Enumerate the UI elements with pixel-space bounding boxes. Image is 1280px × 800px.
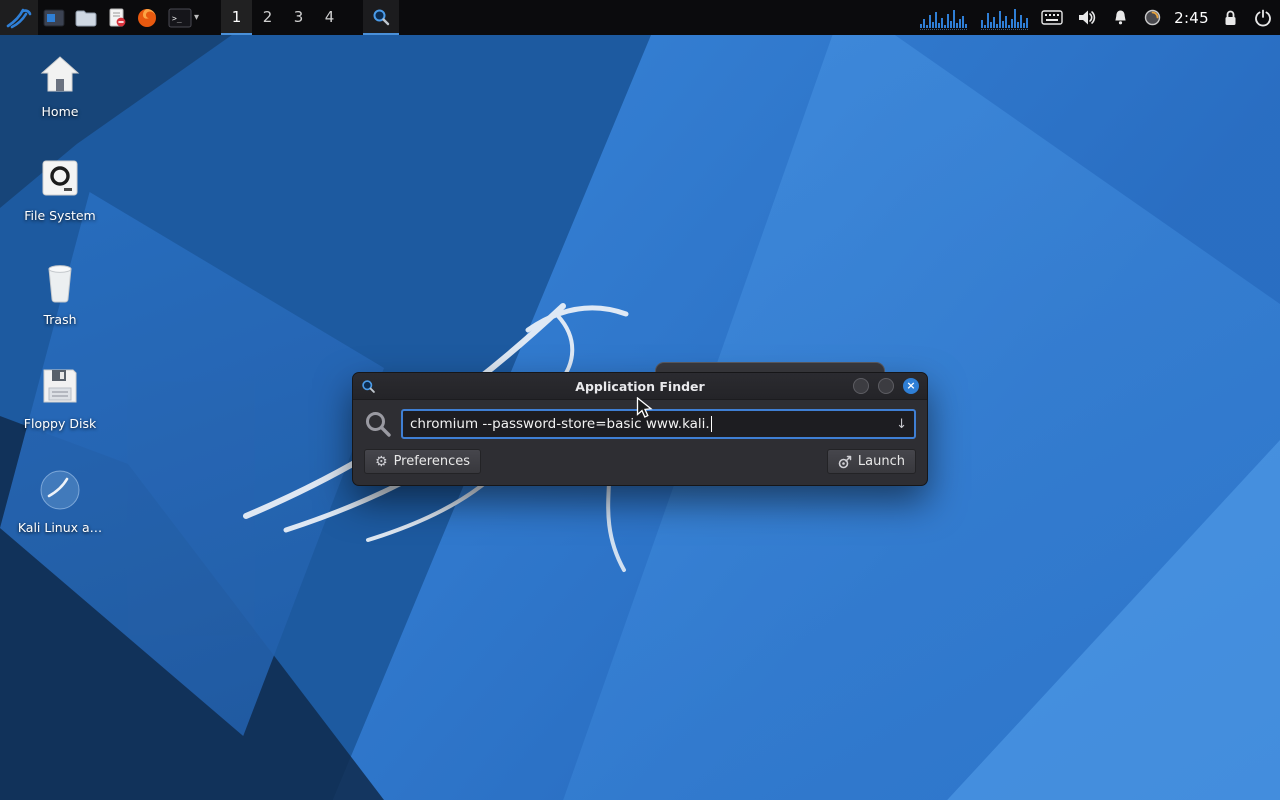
maximize-button[interactable] — [878, 378, 894, 394]
titlebar[interactable]: Application Finder × — [353, 373, 927, 400]
window-buttons-icon[interactable] — [38, 0, 70, 35]
panel-tray: 2:45 — [920, 0, 1274, 35]
terminal-icon[interactable]: >_ ▾ — [162, 0, 205, 35]
lock-icon[interactable] — [1220, 0, 1241, 35]
window-icon — [361, 379, 376, 394]
window-title: Application Finder — [353, 379, 927, 394]
workspace-button-4[interactable]: 4 — [314, 0, 345, 35]
workspace-button-3[interactable]: 3 — [283, 0, 314, 35]
desktop-icon-label: Kali Linux a… — [18, 520, 102, 535]
search-input-value: chromium --password-store=basic www.kali… — [410, 416, 710, 432]
workspace-button-2[interactable]: 2 — [252, 0, 283, 35]
desktop-icon-home[interactable]: Home — [18, 50, 102, 119]
taskbar-application-finder-button[interactable] — [363, 0, 399, 35]
keyboard-icon[interactable] — [1039, 0, 1065, 35]
status-circle-icon[interactable] — [1142, 0, 1163, 35]
kali-menu-icon[interactable] — [0, 0, 38, 35]
gear-icon: ⚙ — [375, 455, 388, 469]
window-controls: × — [853, 378, 919, 394]
desktop-icon-label: Floppy Disk — [24, 416, 96, 431]
net-graph-icon[interactable] — [981, 8, 1028, 30]
workspace-switcher: 1 2 3 4 — [221, 0, 345, 35]
kali-circle-icon — [39, 466, 81, 514]
desktop-icon-label: Home — [42, 104, 79, 119]
firefox-icon[interactable] — [132, 0, 162, 35]
preferences-button[interactable]: ⚙ Preferences — [364, 449, 481, 474]
text-editor-icon[interactable] — [102, 0, 132, 35]
terminal-dropdown-caret-icon[interactable]: ▾ — [194, 12, 199, 23]
system-graphs — [920, 6, 1028, 30]
search-icon — [364, 410, 392, 438]
desktop-icon-trash[interactable]: Trash — [18, 258, 102, 327]
desktop-icon-label: File System — [24, 208, 96, 223]
file-manager-icon[interactable] — [70, 0, 102, 35]
drive-icon — [39, 154, 81, 202]
launch-button-label: Launch — [858, 454, 905, 469]
history-dropdown-icon[interactable]: ↓ — [890, 417, 907, 432]
notifications-bell-icon[interactable] — [1110, 0, 1131, 35]
launch-icon — [838, 455, 852, 469]
application-finder-icon — [372, 8, 390, 26]
home-icon — [39, 50, 81, 98]
volume-icon[interactable] — [1076, 0, 1099, 35]
trash-icon — [41, 258, 79, 306]
workspace-button-1[interactable]: 1 — [221, 0, 252, 35]
desktop-icon-label: Trash — [43, 312, 76, 327]
preferences-button-label: Preferences — [394, 454, 470, 469]
floppy-icon — [40, 362, 80, 410]
finder-body: chromium --password-store=basic www.kali… — [353, 400, 927, 485]
desktop-icons: Home File System Trash — [18, 50, 102, 570]
panel-launchers: >_ ▾ 1 2 3 4 — [0, 0, 399, 35]
top-panel: >_ ▾ 1 2 3 4 — [0, 0, 1280, 35]
search-input[interactable]: chromium --password-store=basic www.kali… — [401, 409, 916, 439]
desktop-icon-file-system[interactable]: File System — [18, 154, 102, 223]
desktop-icon-kali-docs[interactable]: Kali Linux a… — [18, 466, 102, 535]
cpu-graph-icon[interactable] — [920, 8, 967, 30]
close-button[interactable]: × — [903, 378, 919, 394]
desktop-icon-floppy-disk[interactable]: Floppy Disk — [18, 362, 102, 431]
clock[interactable]: 2:45 — [1174, 9, 1209, 27]
minimize-button[interactable] — [853, 378, 869, 394]
session-power-icon[interactable] — [1252, 0, 1274, 35]
text-caret — [711, 416, 712, 432]
svg-text:>_: >_ — [172, 14, 182, 23]
launch-button[interactable]: Launch — [827, 449, 916, 474]
application-finder-window: Application Finder × chromium --password… — [352, 372, 928, 486]
